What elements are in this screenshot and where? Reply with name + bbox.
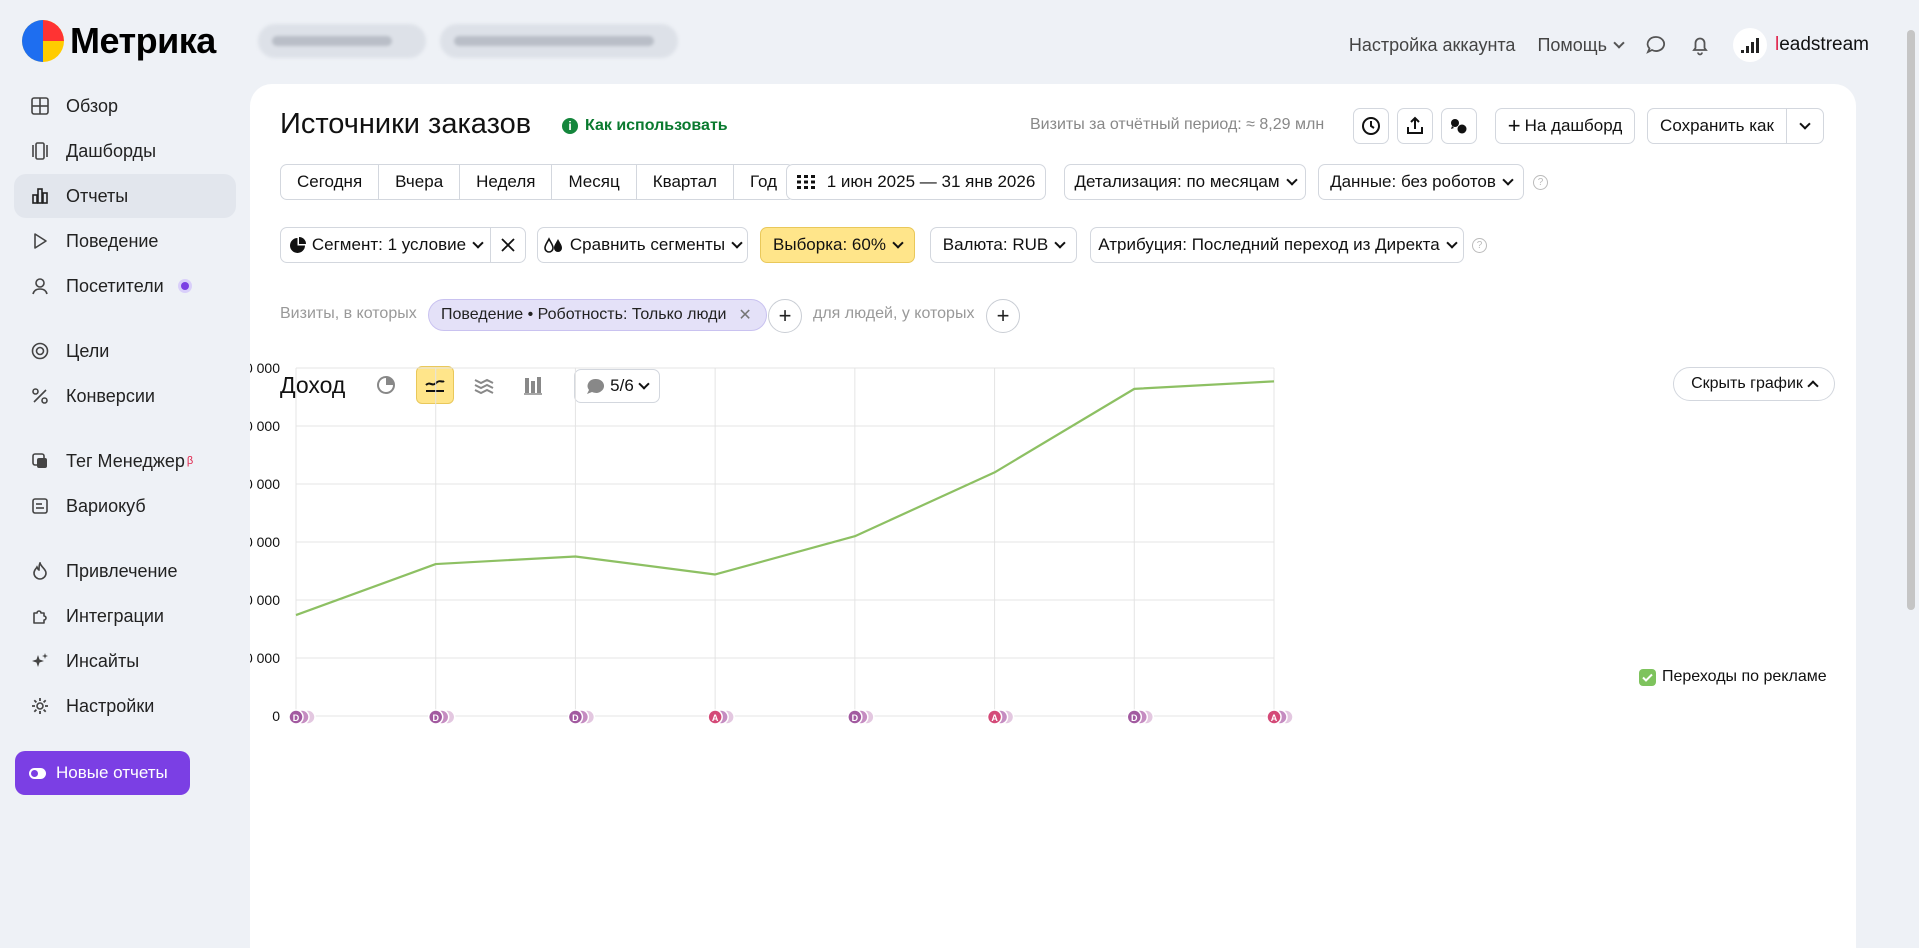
x-tick-label: Сен 25 [693, 723, 738, 724]
sidebar-item-tag-manager[interactable]: Тег Менеджер β [14, 439, 236, 483]
new-indicator-dot [177, 279, 192, 293]
bar-chart-icon [30, 186, 50, 206]
sidebar-item-integrations[interactable]: Интеграции [14, 594, 236, 638]
annotation-marker-letter: D [432, 713, 439, 723]
profile-name-rest: eadstream [1779, 34, 1869, 55]
sidebar-item-goals[interactable]: Цели [14, 329, 236, 373]
x-tick-label: Окт 25 [833, 723, 876, 724]
annotation-marker-letter: D [293, 713, 300, 723]
report-panel: Источники заказов i Как использовать Виз… [250, 84, 1856, 948]
sidebar-item-variocube[interactable]: Вариокуб [14, 484, 236, 528]
y-tick-label: 6 000 000 [250, 360, 280, 376]
new-reports-label: Новые отчеты [56, 763, 168, 782]
puzzle-icon [30, 606, 50, 626]
chat-icon[interactable] [1645, 34, 1667, 56]
x-tick-label: Дек 25 [1113, 723, 1156, 724]
profile-menu[interactable]: leadstream [1732, 28, 1869, 62]
user-icon [30, 276, 50, 296]
revenue-line-chart: 0 1 000 000 2 000 000 3 000 000 4 000 000 5 0… [250, 360, 1297, 724]
annotation-marker-letter: A [712, 713, 719, 723]
sidebar-item-label: Поведение [66, 230, 159, 251]
x-tick-label: Авг 25 [555, 723, 597, 724]
account-settings-link[interactable]: Настройка аккаунта [1349, 35, 1516, 56]
flame-icon [30, 561, 50, 581]
annotation-marker-letter: D [852, 713, 859, 723]
chart-legend[interactable]: Переходы по рекламе [1639, 668, 1827, 686]
x-tick-label: Июл 25 [412, 723, 460, 724]
page-scrollbar[interactable] [1907, 30, 1915, 610]
beta-badge: β [186, 455, 194, 467]
help-menu[interactable]: Помощь [1537, 34, 1625, 56]
sidebar-item-label: Конверсии [66, 385, 155, 406]
sidebar-item-insights[interactable]: Инсайты [14, 639, 236, 683]
profile-name: leadstream [1775, 34, 1869, 56]
target-icon [30, 341, 50, 361]
y-tick-label: 3 000 000 [250, 534, 280, 550]
legend-series-label: Переходы по рекламе [1662, 668, 1827, 685]
help-label: Помощь [1537, 34, 1607, 55]
counter-selector[interactable] [258, 24, 426, 58]
sidebar-item-label: Привлечение [66, 560, 178, 581]
counter-id-selector[interactable] [440, 24, 678, 58]
variocube-icon [30, 496, 50, 516]
sidebar-item-overview[interactable]: Обзор [14, 84, 236, 128]
x-tick-label: Июн 25 [272, 723, 320, 724]
toggle-icon [29, 767, 46, 779]
top-bar: Метрика Настройка аккаунта Помощь leadst… [0, 0, 1919, 84]
sidebar-item-settings[interactable]: Настройки [14, 684, 236, 728]
y-tick-label: 2 000 000 [250, 592, 280, 608]
sidebar-item-conversions[interactable]: Конверсии [14, 374, 236, 418]
avatar [1732, 28, 1767, 62]
grid-icon [30, 96, 50, 116]
gear-icon [30, 696, 50, 716]
tag-manager-icon [30, 451, 50, 471]
metrika-logo[interactable]: Метрика [22, 20, 216, 62]
logo-text: Метрика [70, 20, 216, 61]
new-reports-toggle-button[interactable]: Новые отчеты [15, 751, 190, 795]
sparkle-icon [30, 651, 50, 671]
play-icon [30, 231, 50, 251]
series-line [295, 380, 1275, 617]
y-tick-label: 5 000 000 [250, 418, 280, 434]
sidebar-item-label: Посетители [66, 275, 164, 296]
percent-icon [30, 386, 50, 406]
sidebar-item-label: Вариокуб [66, 495, 146, 516]
y-tick-label: 4 000 000 [250, 476, 280, 492]
sidebar-item-label: Настройки [66, 695, 155, 716]
sidebar-item-acquisition[interactable]: Привлечение [14, 549, 236, 593]
bell-icon[interactable] [1689, 34, 1711, 56]
sidebar-item-label: Инсайты [66, 650, 140, 671]
dashboard-icon [30, 141, 50, 161]
sidebar-item-label: Цели [66, 340, 110, 361]
top-right-controls: Настройка аккаунта Помощь leadstream [1349, 28, 1869, 62]
x-tick-label: Янв 26 [1252, 723, 1297, 724]
sidebar-item-label: Интеграции [66, 605, 164, 626]
sidebar-item-dashboards[interactable]: Дашборды [14, 129, 236, 173]
y-tick-label: 1 000 000 [250, 650, 280, 666]
annotation-marker-letter: A [991, 713, 998, 723]
annotation-marker-letter: A [1271, 713, 1278, 723]
metrika-logo-icon [22, 20, 64, 62]
annotation-marker-letter: D [1131, 713, 1138, 723]
chevron-down-icon [1613, 36, 1625, 49]
checkbox-checked-icon[interactable] [1639, 668, 1656, 686]
x-tick-label: Ноя 25 [972, 723, 1017, 724]
y-tick-label: 0 [272, 708, 280, 724]
sidebar-item-label: Тег Менеджер [66, 450, 185, 471]
annotation-marker-letter: D [572, 713, 579, 723]
sidebar-item-reports[interactable]: Отчеты [14, 174, 236, 218]
sidebar-item-visitors[interactable]: Посетители [14, 264, 236, 308]
sidebar-item-label: Обзор [66, 95, 118, 116]
sidebar-item-behavior[interactable]: Поведение [14, 219, 236, 263]
sidebar-item-label: Отчеты [66, 185, 129, 206]
sidebar-item-label: Дашборды [66, 140, 156, 161]
